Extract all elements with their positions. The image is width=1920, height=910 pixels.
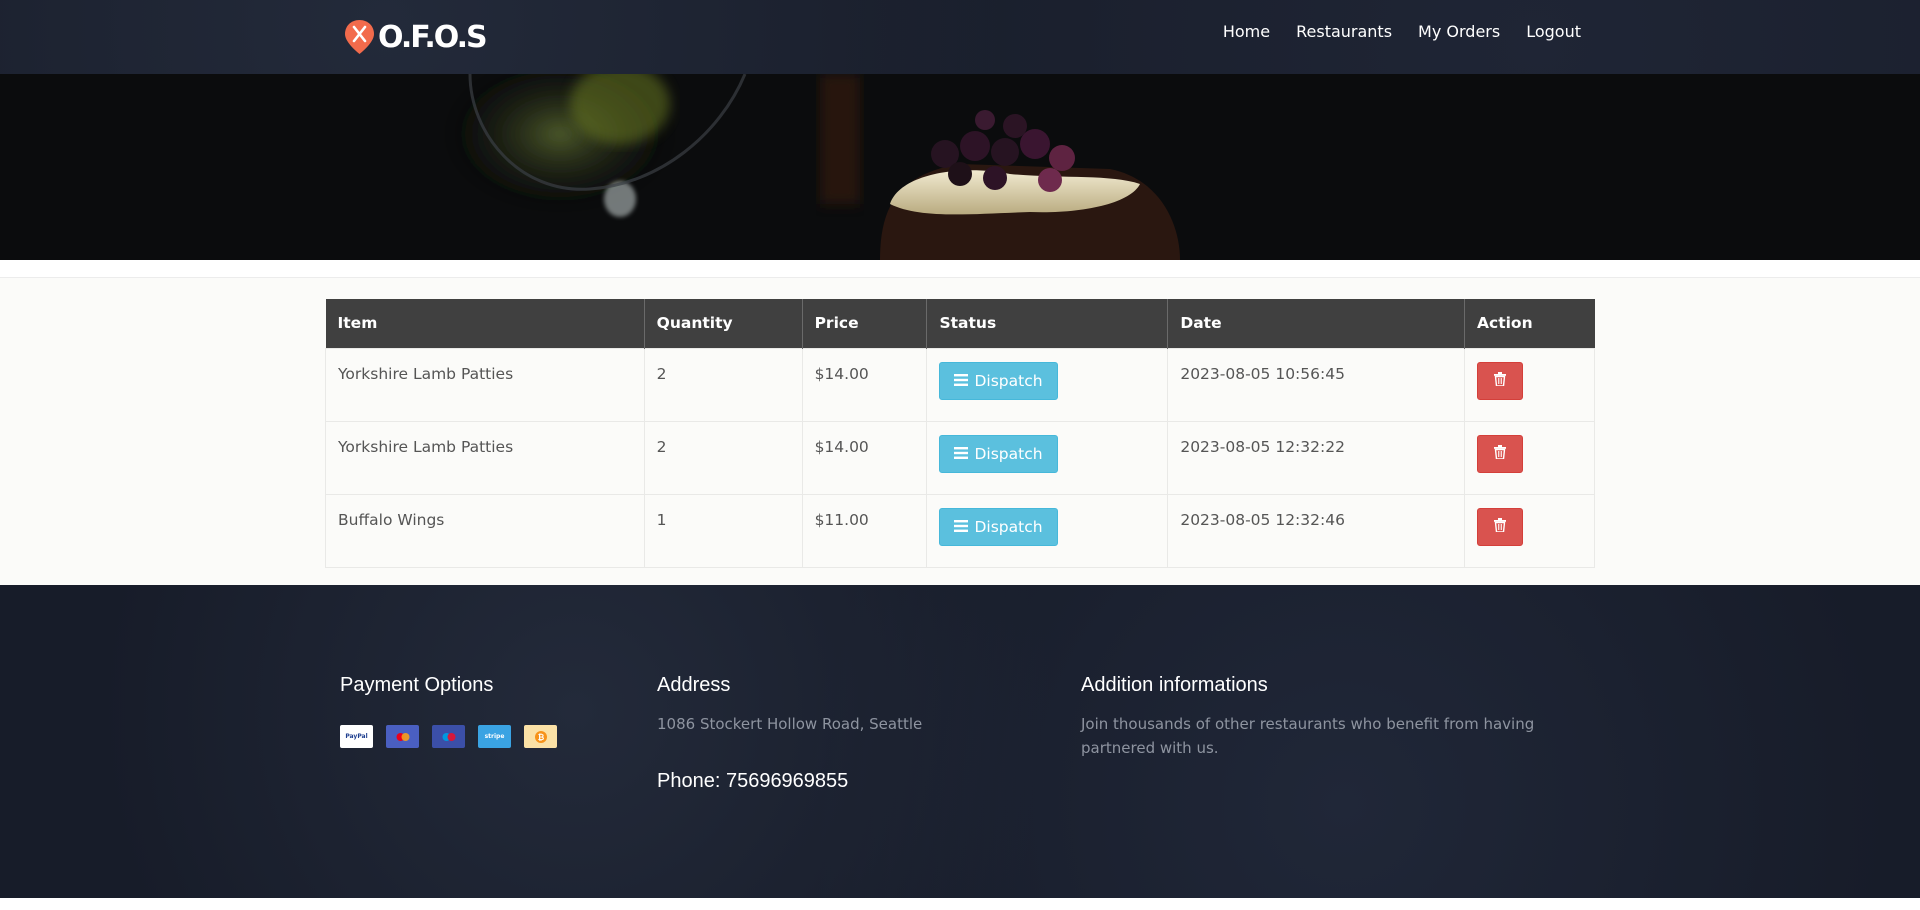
payment-options-heading: Payment Options	[340, 674, 494, 696]
paypal-icon: PayPal	[340, 725, 373, 748]
cell-price: $11.00	[801, 493, 928, 568]
cell-quantity: 1	[643, 493, 803, 568]
header-price: Price	[802, 299, 928, 348]
dispatch-label: Dispatch	[974, 371, 1043, 390]
orders-section: Item Quantity Price Status Date Action Y…	[0, 278, 1920, 585]
cell-price: $14.00	[801, 420, 928, 495]
cell-status: Dispatch	[926, 347, 1169, 422]
hero-banner-image	[0, 74, 1920, 260]
cell-date: 2023-08-05 12:32:46	[1167, 493, 1466, 568]
cell-action	[1464, 347, 1595, 422]
bars-icon	[954, 372, 969, 390]
table-row: Yorkshire Lamb Patties 2 $14.00 Dispatch…	[325, 420, 1595, 495]
cell-action	[1464, 420, 1595, 495]
bars-icon	[954, 445, 969, 463]
dispatch-status-button[interactable]: Dispatch	[939, 361, 1058, 400]
nav-restaurants[interactable]: Restaurants	[1296, 22, 1392, 41]
nav-logout[interactable]: Logout	[1526, 22, 1581, 41]
maestro-icon	[432, 725, 465, 748]
additional-info-heading: Addition informations	[1081, 674, 1268, 696]
cell-date: 2023-08-05 12:32:22	[1167, 420, 1466, 495]
mastercard-icon	[386, 725, 419, 748]
brand-name: O.F.O.S	[378, 19, 488, 55]
dispatch-label: Dispatch	[974, 517, 1043, 536]
stripe-icon: stripe	[478, 725, 511, 748]
dispatch-label: Dispatch	[974, 444, 1043, 463]
cell-item: Yorkshire Lamb Patties	[325, 420, 645, 495]
nav-home[interactable]: Home	[1223, 22, 1270, 41]
additional-info-text: Join thousands of other restaurants who …	[1081, 715, 1535, 757]
header-date: Date	[1167, 299, 1466, 348]
cell-status: Dispatch	[926, 493, 1169, 568]
delete-order-button[interactable]	[1477, 361, 1524, 400]
table-row: Buffalo Wings 1 $11.00 Dispatch 2023-08-…	[325, 493, 1595, 568]
trash-icon	[1494, 518, 1507, 535]
table-header-row: Item Quantity Price Status Date Action	[325, 299, 1595, 348]
header-status: Status	[926, 299, 1169, 348]
delete-order-button[interactable]	[1477, 507, 1524, 546]
orders-table: Item Quantity Price Status Date Action Y…	[325, 299, 1595, 568]
address-heading: Address	[657, 674, 731, 696]
cell-item: Yorkshire Lamb Patties	[325, 347, 645, 422]
header-action: Action	[1464, 299, 1595, 348]
footer: Payment Options PayPal stripe ₿ Address …	[0, 585, 1920, 898]
phone-text: Phone: 75696969855	[657, 770, 849, 792]
cell-status: Dispatch	[926, 420, 1169, 495]
delete-order-button[interactable]	[1477, 434, 1524, 473]
main-nav: Home Restaurants My Orders Logout	[1223, 22, 1581, 41]
brand-logo[interactable]: O.F.O.S	[344, 18, 488, 56]
cell-date: 2023-08-05 10:56:45	[1167, 347, 1466, 422]
page-bottom	[0, 898, 1920, 910]
divider-strip	[0, 260, 1920, 278]
cell-price: $14.00	[801, 347, 928, 422]
table-row: Yorkshire Lamb Patties 2 $14.00 Dispatch…	[325, 347, 1595, 422]
address-text: 1086 Stockert Hollow Road, Seattle	[657, 715, 923, 733]
bars-icon	[954, 518, 969, 536]
nav-my-orders[interactable]: My Orders	[1418, 22, 1500, 41]
cell-quantity: 2	[643, 347, 803, 422]
svg-text:₿: ₿	[537, 733, 544, 742]
cell-item: Buffalo Wings	[325, 493, 645, 568]
bitcoin-icon: ₿	[524, 725, 557, 748]
cell-quantity: 2	[643, 420, 803, 495]
dispatch-status-button[interactable]: Dispatch	[939, 434, 1058, 473]
dispatch-status-button[interactable]: Dispatch	[939, 507, 1058, 546]
cell-action	[1464, 493, 1595, 568]
trash-icon	[1494, 372, 1507, 389]
navbar: O.F.O.S Home Restaurants My Orders Logou…	[0, 0, 1920, 74]
header-item: Item	[325, 299, 645, 348]
fork-knife-pin-icon	[344, 19, 375, 55]
header-quantity: Quantity	[644, 299, 803, 348]
trash-icon	[1494, 445, 1507, 462]
payment-icons: PayPal stripe ₿	[340, 725, 557, 748]
